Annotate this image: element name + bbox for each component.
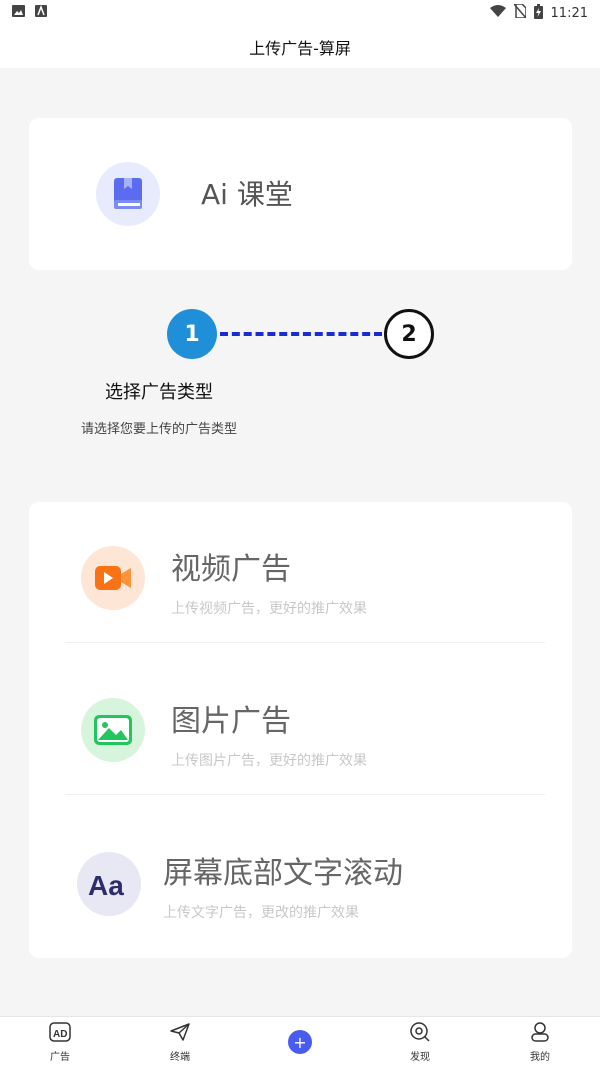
video-ad-option[interactable]: 视频广告 上传视频广告，更好的推广效果: [59, 502, 544, 642]
tab-profile[interactable]: 我的: [480, 1017, 600, 1067]
status-bar: 11:21: [0, 0, 600, 26]
svg-text:Aa: Aa: [88, 870, 124, 899]
tab-ads[interactable]: AD 广告: [0, 1017, 120, 1067]
step-connector: [220, 332, 382, 336]
text-ad-title: 屏幕底部文字滚动: [163, 856, 403, 891]
video-camera-icon: [81, 546, 145, 610]
step-2-indicator: 2: [384, 309, 434, 359]
text-ad-description: 上传文字广告，更改的推广效果: [163, 905, 359, 921]
no-sim-icon: [512, 3, 527, 22]
discover-icon: [409, 1021, 431, 1046]
video-ad-description: 上传视频广告，更好的推广效果: [171, 601, 367, 617]
wifi-icon: [489, 5, 506, 21]
ad-type-list: 视频广告 上传视频广告，更好的推广效果 图片广告 上传图片广告，更好的推广效果 …: [29, 502, 572, 958]
image-ad-option[interactable]: 图片广告 上传图片广告，更好的推广效果: [59, 654, 544, 794]
page-title: 上传广告-算屏: [249, 39, 351, 58]
tab-label: 我的: [530, 1051, 550, 1063]
text-aa-icon: Aa: [77, 852, 141, 916]
ad-icon: AD: [49, 1021, 71, 1046]
image-ad-description: 上传图片广告，更好的推广效果: [171, 753, 367, 769]
progress-stepper: 1 2 选择广告类型 请选择您要上传的广告类型: [0, 300, 600, 450]
tab-discover[interactable]: 发现: [360, 1017, 480, 1067]
video-ad-title: 视频广告: [171, 552, 291, 587]
svg-text:AD: AD: [53, 1029, 67, 1040]
tab-label: 终端: [170, 1051, 190, 1063]
tab-label: 广告: [50, 1051, 70, 1063]
ai-course-card[interactable]: Ai 课堂: [29, 118, 572, 270]
scrolling-text-ad-option[interactable]: Aa 屏幕底部文字滚动 上传文字广告，更改的推广效果: [59, 806, 544, 946]
user-icon: [529, 1021, 551, 1046]
gallery-notification-icon: [12, 5, 25, 21]
course-title: Ai 课堂: [201, 178, 293, 211]
tab-add[interactable]: +: [240, 1017, 360, 1067]
app-notification-icon: [35, 4, 47, 21]
tab-label: 发现: [410, 1051, 430, 1063]
image-icon: [81, 698, 145, 762]
divider: [65, 642, 545, 643]
plus-icon[interactable]: +: [288, 1030, 312, 1054]
step-label: 选择广告类型: [105, 382, 213, 403]
step-1-indicator: 1: [167, 309, 217, 359]
battery-icon: [533, 3, 543, 23]
image-ad-title: 图片广告: [171, 704, 291, 739]
paper-plane-icon: [169, 1022, 191, 1046]
divider: [65, 794, 545, 795]
step-description: 请选择您要上传的广告类型: [81, 422, 238, 437]
app-bar: 上传广告-算屏: [0, 26, 600, 68]
tab-terminals[interactable]: 终端: [120, 1017, 240, 1067]
clock: 11:21: [550, 5, 588, 21]
book-icon: [96, 162, 160, 226]
bottom-tab-bar: AD 广告 终端 + 发现 我的: [0, 1016, 600, 1067]
